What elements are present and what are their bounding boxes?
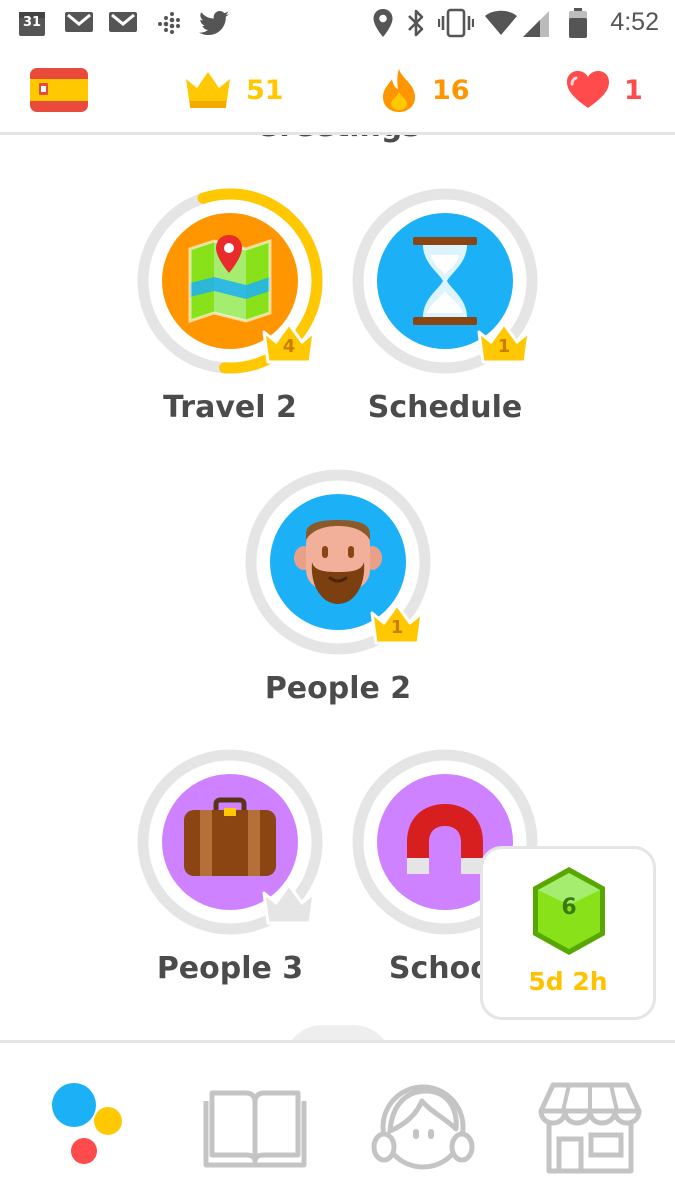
hearts-stat[interactable]: 1 (566, 62, 643, 118)
next-skill-peek (283, 1025, 393, 1040)
crown-empty-icon (262, 883, 316, 925)
assistant-icon[interactable] (30, 1071, 140, 1181)
status-bar: 31 4:52 (0, 0, 675, 48)
league-card[interactable]: 6 5d 2h (480, 846, 656, 1020)
profile-icon[interactable] (368, 1071, 478, 1181)
crown-level: 1 (497, 336, 511, 357)
battery-icon (569, 8, 587, 38)
crown-icon (186, 72, 230, 108)
fitbit-icon (158, 12, 180, 34)
gmail-icon (109, 12, 137, 32)
shop-icon[interactable] (535, 1071, 645, 1181)
skill-label: Schedule (367, 390, 523, 425)
league-time-left: 5d 2h (528, 967, 608, 996)
league-level: 6 (561, 895, 577, 920)
calendar-day-text: 31 (22, 15, 42, 30)
bluetooth-icon (408, 9, 424, 37)
clock-text: 4:52 (610, 8, 659, 36)
twitter-icon (199, 11, 229, 36)
heart-icon (567, 71, 609, 108)
wifi-icon (485, 10, 517, 35)
crown-level: 1 (390, 617, 404, 638)
bottom-nav (0, 1040, 675, 1203)
book-icon[interactable] (200, 1071, 310, 1181)
signal-icon (523, 11, 549, 37)
location-icon (373, 9, 393, 37)
streak-count: 16 (432, 74, 470, 106)
gmail-icon (65, 12, 93, 32)
skill-label: People 2 (264, 671, 412, 706)
streak-flame-icon (383, 69, 415, 112)
crowns-stat[interactable]: 51 (184, 62, 284, 118)
section-title: Greetings (0, 135, 675, 144)
crown-level: 4 (282, 336, 296, 357)
hearts-count: 1 (624, 74, 643, 106)
vibrate-icon (438, 8, 474, 38)
crowns-count: 51 (246, 74, 284, 106)
top-stats-bar: 51 16 1 (0, 48, 675, 135)
spain-flag-icon[interactable] (30, 68, 88, 112)
streak-stat[interactable]: 16 (380, 62, 470, 118)
